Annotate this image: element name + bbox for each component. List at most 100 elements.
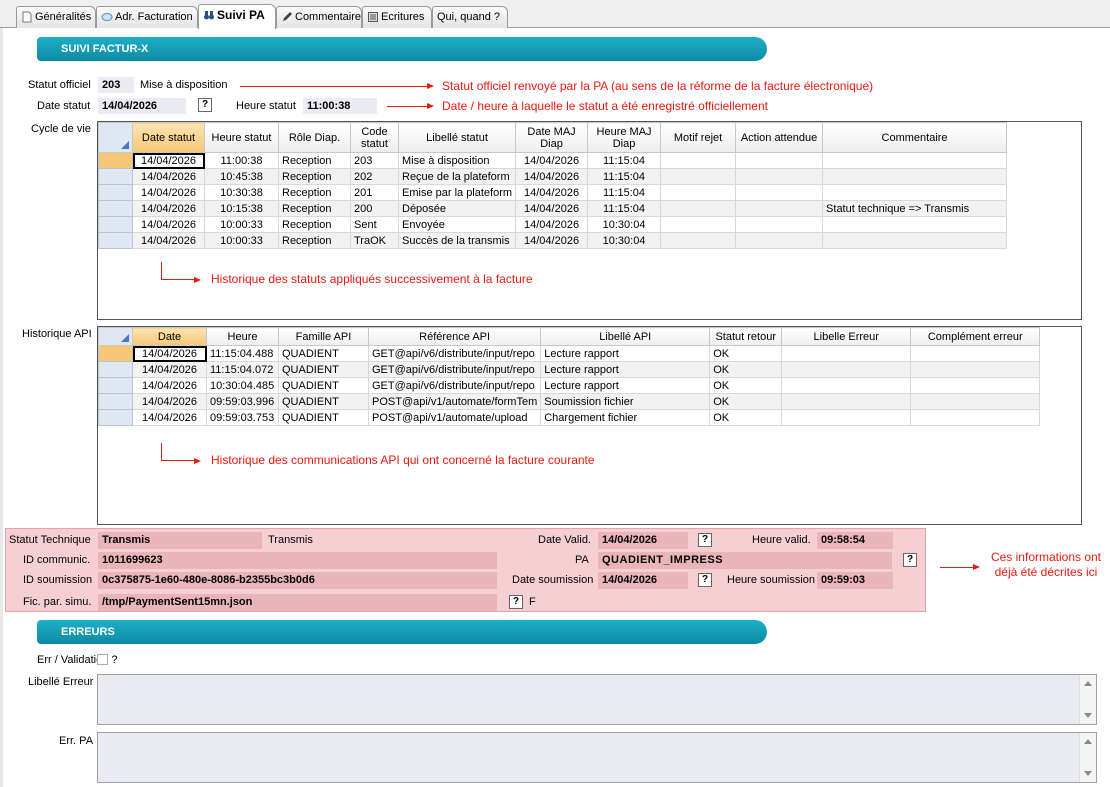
cell[interactable]: 14/04/2026 — [515, 168, 589, 185]
cell[interactable]: Emise par la plateform — [397, 184, 517, 201]
cell[interactable]: 11:15:04.072 — [206, 361, 279, 378]
cell[interactable] — [910, 409, 1041, 426]
cell[interactable]: 09:59:03.753 — [206, 409, 279, 426]
cell[interactable]: OK — [709, 409, 783, 426]
fic-help-button[interactable]: ? — [509, 595, 523, 609]
cell[interactable]: 10:15:38 — [204, 200, 279, 217]
cell[interactable]: Reception — [278, 168, 351, 185]
date-help-button[interactable]: ? — [198, 98, 212, 112]
cell[interactable]: Reception — [278, 216, 351, 233]
cell[interactable]: TraOK — [350, 232, 399, 249]
vertical-scrollbar[interactable] — [1079, 675, 1096, 724]
table-row[interactable]: 14/04/2026 11:15:04.488 QUADIENT GET@api… — [98, 345, 1041, 362]
select-all-corner[interactable] — [98, 327, 133, 346]
cell[interactable]: 10:30:38 — [204, 184, 279, 201]
cell[interactable]: 14/04/2026 — [515, 152, 589, 169]
cell[interactable]: 10:45:38 — [204, 168, 279, 185]
cell[interactable]: 11:15:04 — [587, 168, 662, 185]
table-row[interactable]: 14/04/2026 10:30:04.485 QUADIENT GET@api… — [98, 377, 1041, 394]
row-header[interactable] — [98, 345, 133, 362]
table-row[interactable]: 14/04/2026 10:15:38 Reception 200 Déposé… — [98, 200, 1008, 217]
cell[interactable]: Lecture rapport — [540, 345, 711, 362]
heure-statut-value[interactable]: 11:00:38 — [303, 98, 377, 114]
column-header[interactable]: Libellé statut — [397, 122, 517, 153]
column-header[interactable]: Famille API — [278, 327, 369, 346]
vertical-scrollbar[interactable] — [1079, 733, 1096, 782]
date-valid-value[interactable]: 14/04/2026 — [598, 532, 688, 549]
tab-commentaire[interactable]: Commentaire — [276, 6, 362, 28]
table-row[interactable]: 14/04/2026 11:00:38 Reception 203 Mise à… — [98, 152, 1008, 169]
cell[interactable]: 14/04/2026 — [515, 216, 589, 233]
historique-api-grid[interactable]: Date Heure Famille API Référence API Lib… — [97, 326, 1082, 525]
cell[interactable] — [781, 393, 912, 410]
cell[interactable]: 14/04/2026 — [132, 232, 205, 249]
column-header[interactable]: Action attendue — [735, 122, 824, 153]
cell[interactable]: OK — [709, 377, 783, 394]
cell[interactable]: 14/04/2026 — [132, 393, 207, 410]
cell[interactable]: 14/04/2026 — [132, 409, 207, 426]
cell[interactable]: Reception — [278, 200, 351, 217]
cell[interactable]: 14/04/2026 — [132, 200, 205, 217]
cell[interactable]: 201 — [350, 184, 399, 201]
cell[interactable]: QUADIENT — [278, 345, 369, 362]
cell[interactable] — [822, 184, 1008, 201]
cell[interactable]: Reçue de la plateform — [397, 168, 517, 185]
row-header[interactable] — [98, 184, 133, 201]
cell[interactable]: 10:30:04 — [587, 232, 662, 249]
date-soumission-help-button[interactable]: ? — [698, 573, 712, 587]
tab-adr-facturation[interactable]: Adr. Facturation — [96, 6, 198, 28]
table-row[interactable]: 14/04/2026 10:00:33 Reception TraOK Succ… — [98, 232, 1008, 249]
cell[interactable]: 14/04/2026 — [515, 200, 589, 217]
cell[interactable]: QUADIENT — [278, 377, 369, 394]
tab-qui-quand[interactable]: Qui, quand ? — [432, 6, 508, 28]
column-header[interactable]: Statut retour — [709, 327, 783, 346]
row-header[interactable] — [98, 232, 133, 249]
column-header[interactable]: Référence API — [367, 327, 542, 346]
cell[interactable] — [735, 152, 824, 169]
cell[interactable]: Lecture rapport — [540, 361, 711, 378]
row-header[interactable] — [98, 377, 133, 394]
cell[interactable] — [822, 152, 1008, 169]
tab-ecritures[interactable]: Ecritures — [362, 6, 432, 28]
cell[interactable]: Reception — [278, 184, 351, 201]
cell[interactable]: 10:30:04 — [587, 216, 662, 233]
column-header[interactable]: Complément erreur — [910, 327, 1041, 346]
date-statut-value[interactable]: 14/04/2026 — [98, 98, 186, 114]
column-header[interactable]: Rôle Diap. — [278, 122, 351, 153]
table-row[interactable]: 14/04/2026 09:59:03.996 QUADIENT POST@ap… — [98, 393, 1041, 410]
cell[interactable]: 202 — [350, 168, 399, 185]
cell[interactable]: QUADIENT — [278, 409, 369, 426]
cell[interactable] — [735, 168, 824, 185]
cell[interactable]: 14/04/2026 — [515, 184, 589, 201]
cell[interactable] — [822, 168, 1008, 185]
cell[interactable]: 14/04/2026 — [132, 152, 205, 169]
cycle-de-vie-grid[interactable]: Date statut Heure statut Rôle Diap. Code… — [97, 121, 1082, 320]
cell[interactable]: 09:59:03.996 — [206, 393, 279, 410]
heure-valid-value[interactable]: 09:58:54 — [817, 532, 893, 549]
date-valid-help-button[interactable]: ? — [698, 533, 712, 547]
pa-help-button[interactable]: ? — [903, 553, 917, 567]
cell[interactable]: 11:15:04 — [587, 152, 662, 169]
cell[interactable] — [910, 393, 1041, 410]
row-header[interactable] — [98, 393, 133, 410]
cell[interactable]: QUADIENT — [278, 361, 369, 378]
cell[interactable]: 11:15:04 — [587, 184, 662, 201]
cell[interactable] — [822, 232, 1008, 249]
cell[interactable]: 14/04/2026 — [132, 361, 207, 378]
cell[interactable]: Succès de la transmis — [397, 232, 517, 249]
column-header[interactable]: Libelle Erreur — [781, 327, 912, 346]
cell[interactable]: 10:00:33 — [204, 232, 279, 249]
libelle-erreur-field[interactable] — [97, 674, 1097, 725]
date-soumission-value[interactable]: 14/04/2026 — [598, 572, 688, 589]
cell[interactable]: Lecture rapport — [540, 377, 711, 394]
cell[interactable]: 14/04/2026 — [132, 216, 205, 233]
cell[interactable] — [781, 345, 912, 362]
cell[interactable]: GET@api/v6/distribute/input/repo — [367, 345, 542, 362]
cell[interactable]: 14/04/2026 — [132, 184, 205, 201]
cell[interactable]: Mise à disposition — [397, 152, 517, 169]
cell[interactable]: 14/04/2026 — [132, 345, 207, 362]
cell[interactable]: Déposée — [397, 200, 517, 217]
heure-soumission-value[interactable]: 09:59:03 — [817, 572, 893, 589]
err-validation-checkbox[interactable] — [97, 654, 108, 665]
tab-suivi-pa[interactable]: Suivi PA — [198, 4, 276, 29]
